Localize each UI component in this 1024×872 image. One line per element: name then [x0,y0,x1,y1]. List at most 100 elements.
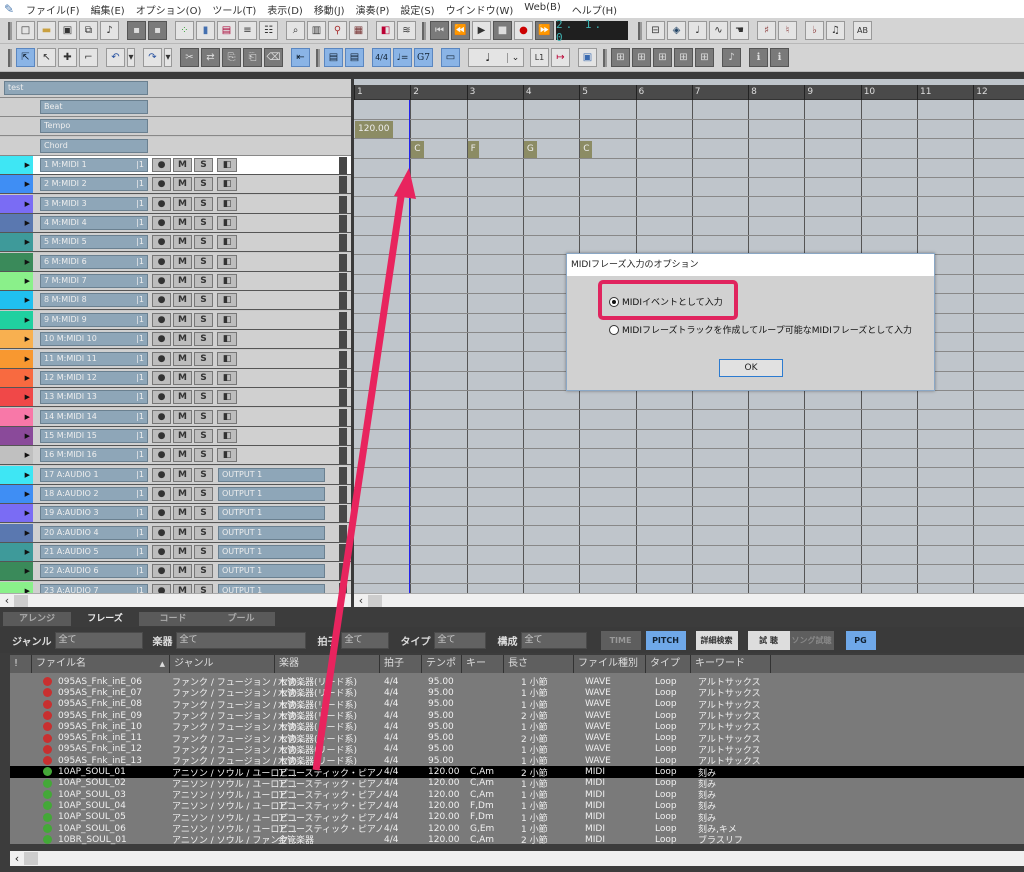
track-list-scrollbar[interactable]: ‹ [0,593,351,607]
menu-item-1[interactable]: 編集(E) [91,2,125,17]
track-row[interactable]: ▶ 21 A:AUDIO 5 |1 ● M S OUTPUT 1 [0,543,351,562]
record-arm-button[interactable]: ● [152,525,171,540]
track-row[interactable]: ▶ 1 M:MIDI 1 |1 ● M S ◧ [0,156,351,175]
mute-button[interactable]: M [173,293,192,308]
toolbar-grip[interactable] [638,21,642,40]
track-name[interactable]: 11 M:MIDI 11 |1 [40,351,148,366]
save-icon[interactable]: ▣ [58,21,77,40]
track-row[interactable]: ▶ 18 A:AUDIO 2 |1 ● M S OUTPUT 1 [0,484,351,504]
column-header-4[interactable]: 拍子 [380,655,422,673]
redo-menu-icon[interactable]: ▾ [164,48,172,67]
expand-icon[interactable]: ▶ [25,161,30,169]
track-row[interactable]: ▶ 11 M:MIDI 11 |1 ● M S ◧ [0,349,351,369]
record-arm-button[interactable]: ● [152,370,171,385]
phrase-list-scrollbar[interactable]: ‹ [10,851,1024,866]
loop-range-icon[interactable]: ⇤ [291,48,310,67]
record-arm-button[interactable]: ● [152,467,171,482]
track-name[interactable]: 20 A:AUDIO 4 |1 [40,525,148,540]
track-row[interactable]: ▶ 6 M:MIDI 6 |1 ● M S ◧ [0,252,351,272]
track-view-icon[interactable]: ⁘ [175,21,194,40]
expand-icon[interactable]: ▶ [25,335,30,343]
radio-selected-icon[interactable] [609,296,619,307]
scroll-thumb[interactable] [14,594,28,607]
track-color-strip[interactable]: ▶ [0,484,33,503]
phrase-tool2-icon[interactable]: ⊞ [632,48,651,67]
split-icon[interactable]: ✂ [180,48,199,67]
monitor-button[interactable]: ◧ [217,351,237,366]
zoom-view-icon[interactable]: ⌕ [286,21,305,40]
mixer-icon[interactable]: ▮ [196,21,215,40]
expand-icon[interactable]: ▶ [25,393,30,401]
expand-icon[interactable]: ▶ [25,451,30,459]
output-select[interactable]: OUTPUT 1 [218,467,325,482]
note-play-icon[interactable]: ♫ [826,21,845,40]
expand-icon[interactable]: ▶ [25,509,30,517]
track-color-strip[interactable]: ▶ [0,368,33,387]
paste-insert-icon[interactable]: ⎗ [243,48,262,67]
track-color-strip[interactable]: ▶ [0,330,33,349]
mute-button[interactable]: M [173,545,192,559]
solo-button[interactable]: S [194,390,213,405]
record-arm-button[interactable]: ● [152,564,171,579]
menu-item-2[interactable]: オプション(O) [136,2,202,17]
output-select[interactable]: OUTPUT 1 [218,583,325,593]
track-color-strip[interactable]: ▶ [0,175,33,194]
move-icon[interactable]: ⇄ [201,48,220,67]
mute-button[interactable]: M [173,274,192,289]
ok-button[interactable]: OK [719,359,783,377]
filter-type-select[interactable]: 全て [433,631,486,649]
record-arm-button[interactable]: ● [152,583,171,593]
undo-icon[interactable]: ↶ [106,48,125,67]
track-row[interactable]: ▶ 22 A:AUDIO 6 |1 ● M S OUTPUT 1 [0,562,351,582]
chord-event[interactable]: C [580,141,593,158]
record-arm-button[interactable]: ● [152,235,171,250]
track-row[interactable]: ▶ 7 M:MIDI 7 |1 ● M S ◧ [0,272,351,292]
solo-button[interactable]: S [194,196,213,211]
expand-icon[interactable]: ▶ [25,296,30,304]
expand-icon[interactable]: ▶ [25,490,30,498]
mute-button[interactable]: M [173,525,192,540]
track-name[interactable]: 1 M:MIDI 1 |1 [40,158,148,172]
tape-icon[interactable]: ⊟ [646,21,665,40]
mute-button[interactable]: M [173,428,192,443]
track-row[interactable]: ▶ 20 A:AUDIO 4 |1 ● M S OUTPUT 1 [0,523,351,543]
column-header-5[interactable]: テンポ [422,655,462,673]
audition-button[interactable]: 試 聴 [747,630,790,650]
ruler-bar-2[interactable]: 2 [410,85,419,100]
track-color-strip[interactable]: ▶ [0,504,33,523]
solo-button[interactable]: S [194,158,213,172]
record-arm-button[interactable]: ● [152,390,171,405]
track-toggle-icon[interactable]: ▤ [324,48,343,67]
monitor-button[interactable]: ◧ [217,332,237,347]
record-arm-button[interactable]: ● [152,486,171,501]
special-track-tempo[interactable]: Tempo [40,119,148,134]
output-select[interactable]: OUTPUT 1 [218,486,325,501]
mute-button[interactable]: M [173,235,192,250]
expand-icon[interactable]: ▶ [25,277,30,285]
pointer-icon[interactable]: ↖ [37,48,56,67]
phrase-tool5-icon[interactable]: ⊞ [695,48,714,67]
drum-editor-icon[interactable]: ▦ [349,21,368,40]
solo-button[interactable]: S [194,274,213,289]
detail-search-button[interactable]: 詳細検索 [695,630,738,650]
expand-icon[interactable]: ▶ [25,374,30,382]
staff2-icon[interactable]: ♮ [778,21,797,40]
mute-button[interactable]: M [173,564,192,579]
monitor-button[interactable]: ◧ [217,409,237,424]
monitor-button[interactable]: ◧ [217,428,237,443]
ruler-bar-10[interactable]: 10 [860,85,875,100]
track-toggle2-icon[interactable]: ▤ [345,48,364,67]
monitor-button[interactable]: ◧ [217,293,237,308]
chord-event[interactable]: G [523,141,537,158]
stop-icon[interactable]: ■ [493,21,512,40]
menu-item-3[interactable]: ツール(T) [212,2,256,17]
monitor-button[interactable]: ◧ [217,158,237,172]
toolbar-grip[interactable] [8,48,12,67]
solo-button[interactable]: S [194,486,213,501]
meter-track-icon[interactable]: 4/4 [372,48,391,67]
mute-button[interactable]: M [173,254,192,269]
mute-button[interactable]: M [173,332,192,347]
monitor-button[interactable]: ◧ [217,254,237,269]
mute-button[interactable]: M [173,177,192,192]
track-color-strip[interactable]: ▶ [0,194,33,213]
